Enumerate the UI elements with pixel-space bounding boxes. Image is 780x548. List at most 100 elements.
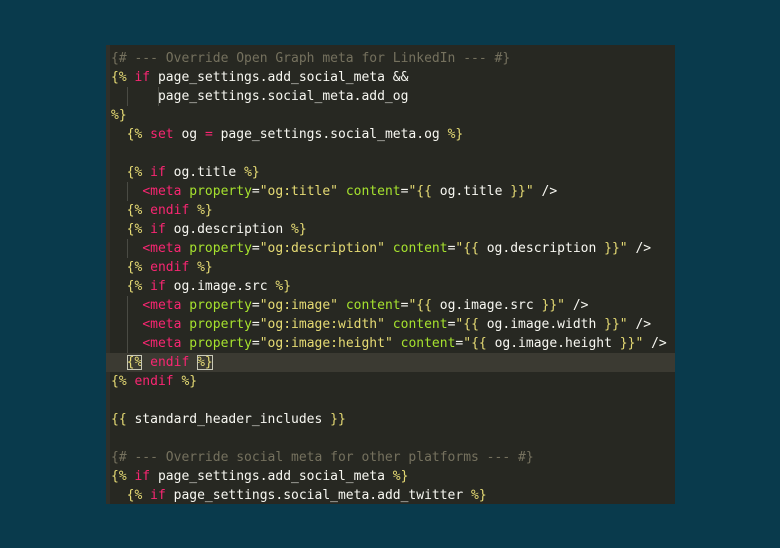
code-token: page_settings.add_social_meta xyxy=(150,70,393,85)
code-token: "og:image:width" xyxy=(259,317,385,332)
code-token: {% xyxy=(126,222,143,237)
code-token: og.image.height xyxy=(494,336,612,351)
code-token: property xyxy=(189,184,252,199)
code-token: "og:image:height" xyxy=(259,336,393,351)
code-line[interactable]: %} xyxy=(106,106,675,125)
indent-guide xyxy=(126,334,128,353)
code-token: og.image.src xyxy=(165,279,276,294)
code-line[interactable]: <meta property="og:image:width" content=… xyxy=(106,315,675,334)
code-line[interactable]: {% if page_settings.social_meta.add_twit… xyxy=(106,486,675,504)
code-token: <meta xyxy=(142,298,182,313)
code-token: {% xyxy=(126,127,143,142)
code-line[interactable]: <meta property="og:image:height" content… xyxy=(106,334,675,353)
code-token: if xyxy=(134,70,151,85)
code-token: page_settings.add_social_meta xyxy=(150,469,393,484)
code-line[interactable]: <meta property="og:description" content=… xyxy=(106,239,675,258)
code-token: {% xyxy=(126,203,143,218)
code-token: content xyxy=(392,317,448,332)
code-line[interactable]: {{ standard_header_includes }} xyxy=(106,410,675,429)
code-token: %} xyxy=(447,127,464,142)
code-token: = xyxy=(251,336,260,351)
code-token: %} xyxy=(111,108,127,123)
code-line[interactable] xyxy=(106,391,675,410)
indent-guide xyxy=(126,239,128,258)
code-token: endif xyxy=(134,374,174,389)
indent-guide xyxy=(157,87,159,106)
code-line[interactable] xyxy=(106,144,675,163)
code-line[interactable]: {% if og.image.src %} xyxy=(106,277,675,296)
code-token: && xyxy=(392,70,409,85)
code-line[interactable]: {% if page_settings.add_social_meta %} xyxy=(106,467,675,486)
code-line[interactable]: {% endif %} xyxy=(106,258,675,277)
code-token: "og:image" xyxy=(259,298,339,313)
code-token: %} xyxy=(197,260,213,275)
code-token: = xyxy=(251,184,260,199)
code-token: property xyxy=(189,241,252,256)
code-line[interactable]: {% if page_settings.add_social_meta && xyxy=(106,68,675,87)
code-token: {% xyxy=(126,355,143,370)
code-token: /> xyxy=(533,184,558,199)
code-token: %} xyxy=(197,355,213,370)
code-token: "{{ xyxy=(455,317,487,332)
code-token: if xyxy=(150,488,166,503)
code-token: "{{ xyxy=(408,184,440,199)
code-token: {{ xyxy=(111,412,127,427)
code-line[interactable]: {% if og.title %} xyxy=(106,163,675,182)
code-line[interactable]: {% endif %} xyxy=(106,353,675,372)
code-line[interactable]: <meta property="og:image" content="{{ og… xyxy=(106,296,675,315)
indent-guide xyxy=(126,315,128,334)
code-token: property xyxy=(189,317,252,332)
code-token: endif xyxy=(150,355,190,370)
code-token: %} xyxy=(244,165,260,180)
code-token: page_settings.social_meta.og xyxy=(212,127,448,142)
code-line[interactable]: {% set og = page_settings.social_meta.og… xyxy=(106,125,675,144)
code-line[interactable]: {% endif %} xyxy=(106,201,675,220)
code-line[interactable]: {# --- Override social meta for other pl… xyxy=(106,448,675,467)
code-token: <meta xyxy=(142,241,182,256)
code-token: {% xyxy=(126,165,143,180)
code-token: content xyxy=(400,336,456,351)
code-token: "{{ xyxy=(408,298,440,313)
code-token: og.image.src xyxy=(439,298,534,313)
indent-guide xyxy=(126,296,128,315)
code-token: "og:title" xyxy=(259,184,339,199)
code-token: = xyxy=(251,241,260,256)
code-line[interactable]: {# --- Override Open Graph meta for Link… xyxy=(106,49,675,68)
code-token: endif xyxy=(150,260,190,275)
code-token: = xyxy=(251,317,260,332)
code-token: %} xyxy=(181,374,198,389)
code-token: {% xyxy=(126,260,143,275)
code-line[interactable] xyxy=(106,429,675,448)
code-editor[interactable]: {# --- Override Open Graph meta for Link… xyxy=(106,45,675,504)
code-token: /> xyxy=(627,241,652,256)
code-token: {# --- Override Open Graph meta for Link… xyxy=(111,51,511,66)
code-line[interactable]: {% endif %} xyxy=(106,372,675,391)
code-token: content xyxy=(392,241,448,256)
code-token: = xyxy=(204,127,213,142)
code-token: content xyxy=(345,184,401,199)
code-line[interactable]: <meta property="og:title" content="{{ og… xyxy=(106,182,675,201)
code-token: }}" xyxy=(502,184,534,199)
code-line[interactable]: {% if og.description %} xyxy=(106,220,675,239)
code-token: "og:description" xyxy=(259,241,385,256)
code-token: %} xyxy=(392,469,409,484)
code-token: <meta xyxy=(142,336,182,351)
code-token: page_settings.social_meta.add_og xyxy=(111,89,409,104)
code-line[interactable]: page_settings.social_meta.add_og xyxy=(106,87,675,106)
code-token: {# --- Override social meta for other pl… xyxy=(111,450,534,465)
code-token: og xyxy=(173,127,205,142)
